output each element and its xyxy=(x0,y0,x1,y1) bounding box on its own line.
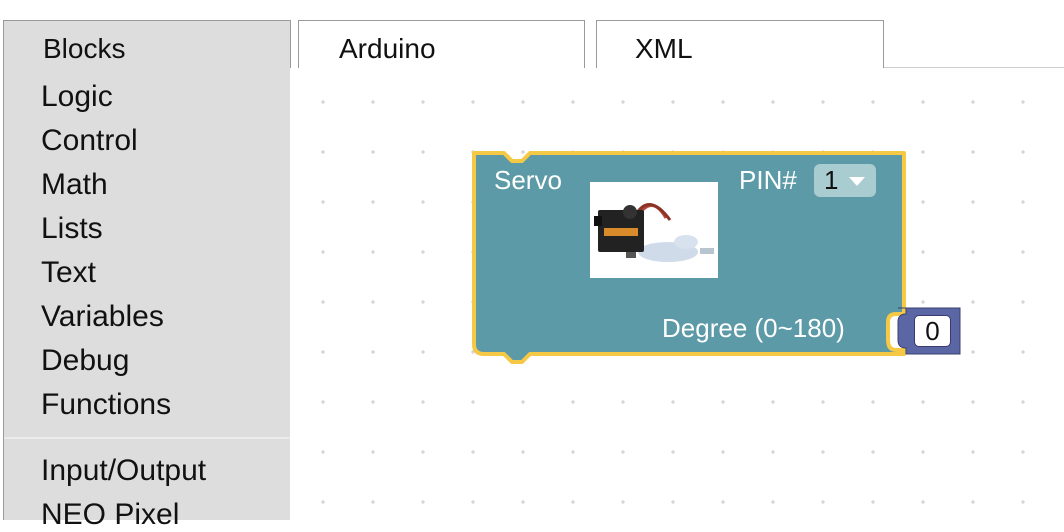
degree-label: Degree (0~180) xyxy=(662,313,845,343)
pin-dropdown[interactable]: 1 xyxy=(814,164,876,197)
pin-dropdown-value: 1 xyxy=(824,165,839,195)
servo-title: Servo xyxy=(494,165,562,195)
tab-arduino-label: Arduino xyxy=(339,33,436,64)
category-text[interactable]: Text xyxy=(41,256,96,290)
block-workspace[interactable]: Servo PIN# 1 Degree (0~180) 0 xyxy=(290,68,1064,520)
category-math[interactable]: Math xyxy=(41,168,108,202)
toolbox-separator xyxy=(4,437,291,439)
tab-arduino[interactable]: Arduino xyxy=(298,20,585,68)
tab-xml[interactable]: XML xyxy=(596,20,884,68)
tab-blocks[interactable]: Blocks xyxy=(3,20,291,68)
category-logic[interactable]: Logic xyxy=(41,80,113,114)
category-input-output[interactable]: Input/Output xyxy=(41,454,206,488)
toolbox-sidebar: Logic Control Math Lists Text Variables … xyxy=(3,68,291,531)
degree-value-field[interactable]: 0 xyxy=(914,315,951,347)
category-variables[interactable]: Variables xyxy=(41,300,164,334)
category-neo-pixel[interactable]: NEO Pixel xyxy=(41,498,179,532)
category-functions[interactable]: Functions xyxy=(41,388,171,422)
tab-blocks-label: Blocks xyxy=(43,33,126,64)
pin-label: PIN# xyxy=(739,165,797,195)
chevron-down-icon xyxy=(849,177,865,186)
servo-block[interactable] xyxy=(290,68,1064,520)
category-debug[interactable]: Debug xyxy=(41,344,129,378)
category-control[interactable]: Control xyxy=(41,124,138,158)
tab-xml-label: XML xyxy=(635,33,693,64)
category-lists[interactable]: Lists xyxy=(41,212,103,246)
servo-motor-image xyxy=(590,182,718,278)
